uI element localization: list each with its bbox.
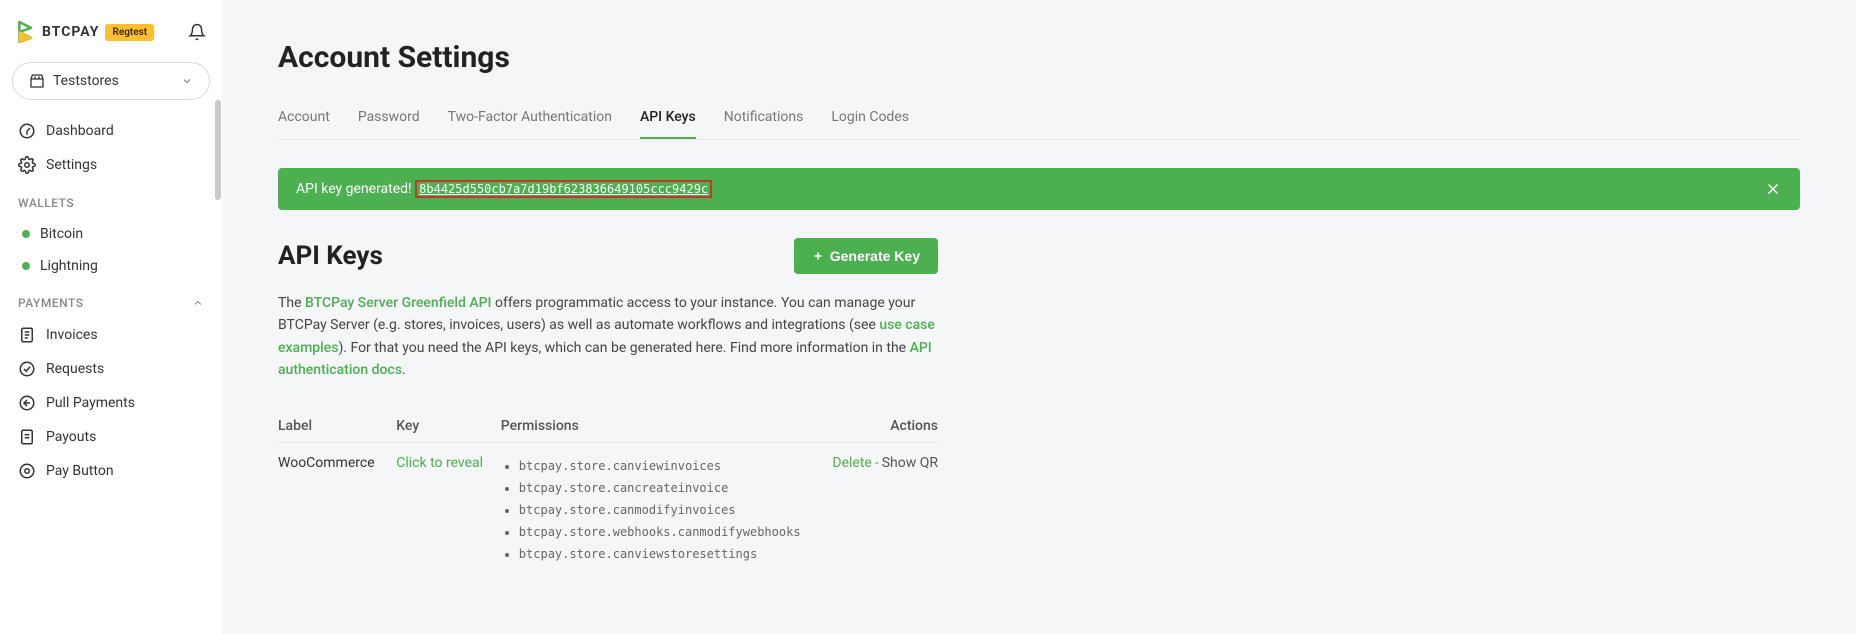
wallet-bitcoin[interactable]: Bitcoin <box>12 218 210 250</box>
cell-label: WooCommerce <box>278 442 396 577</box>
nav-pay-button[interactable]: Pay Button <box>12 454 210 488</box>
tab-password[interactable]: Password <box>358 103 420 139</box>
nav-requests-label: Requests <box>46 361 104 377</box>
nav-invoices[interactable]: Invoices <box>12 318 210 352</box>
nav-pull-label: Pull Payments <box>46 395 135 411</box>
tabs: Account Password Two-Factor Authenticati… <box>278 103 1800 140</box>
app-root: BTCPAY Regtest Teststores Dashboard Sett… <box>0 0 1856 634</box>
sidebar-header: BTCPAY Regtest <box>12 12 210 58</box>
btcpay-logo-icon <box>16 20 36 44</box>
th-key: Key <box>396 410 501 443</box>
generate-key-label: Generate Key <box>830 248 920 264</box>
reveal-key-link[interactable]: Click to reveal <box>396 455 483 471</box>
tab-api-keys[interactable]: API Keys <box>640 103 696 139</box>
nav-dashboard[interactable]: Dashboard <box>12 114 210 148</box>
alert-api-key[interactable]: 8b4425d550cb7a7d19bf623836649105ccc9429c <box>415 180 712 198</box>
desc-pre: The <box>278 295 305 311</box>
show-qr-link[interactable]: Show QR <box>882 455 938 471</box>
desc-end: . <box>402 362 406 378</box>
tab-notifications[interactable]: Notifications <box>724 103 804 139</box>
nav-settings-label: Settings <box>46 157 97 173</box>
permission-item: btcpay.store.webhooks.canmodifywebhooks <box>519 521 801 543</box>
table-row: WooCommerce Click to reveal btcpay.store… <box>278 442 938 577</box>
nav-payouts-label: Payouts <box>46 429 96 445</box>
plus-icon <box>812 250 824 262</box>
nav-settings[interactable]: Settings <box>12 148 210 182</box>
delete-link[interactable]: Delete <box>832 455 871 471</box>
store-selector-left: Teststores <box>29 73 119 89</box>
nav-pay-button-label: Pay Button <box>46 463 114 479</box>
store-selector[interactable]: Teststores <box>12 62 210 100</box>
nav-dashboard-label: Dashboard <box>46 123 114 139</box>
generate-key-button[interactable]: Generate Key <box>794 238 938 274</box>
section-payments-label: PAYMENTS <box>18 296 83 310</box>
regtest-badge: Regtest <box>105 24 154 41</box>
section-wallets-label: WALLETS <box>18 196 74 210</box>
api-keys-header-row: API Keys Generate Key <box>278 238 938 274</box>
logo[interactable]: BTCPAY Regtest <box>16 20 154 44</box>
nav-payouts[interactable]: Payouts <box>12 420 210 454</box>
link-greenfield-api[interactable]: BTCPay Server Greenfield API <box>305 295 492 311</box>
api-keys-description: The BTCPay Server Greenfield API offers … <box>278 292 938 382</box>
chevron-down-icon <box>181 75 193 87</box>
tab-login-codes[interactable]: Login Codes <box>831 103 909 139</box>
nav-requests[interactable]: Requests <box>12 352 210 386</box>
api-keys-title: API Keys <box>278 241 383 271</box>
scrollbar-thumb[interactable] <box>215 100 221 200</box>
permission-item: btcpay.store.cancreateinvoice <box>519 477 801 499</box>
wallet-bitcoin-label: Bitcoin <box>40 226 83 242</box>
th-actions: Actions <box>801 410 938 443</box>
store-icon <box>29 73 45 89</box>
status-dot-icon <box>22 230 30 238</box>
wallet-lightning-label: Lightning <box>40 258 98 274</box>
payouts-icon <box>18 428 36 446</box>
close-icon[interactable] <box>1764 180 1782 198</box>
section-payments[interactable]: PAYMENTS <box>12 282 210 318</box>
alert-text: API key generated! 8b4425d550cb7a7d19bf6… <box>296 181 712 197</box>
scrollbar-track <box>214 100 222 634</box>
tab-two-factor[interactable]: Two-Factor Authentication <box>448 103 612 139</box>
status-dot-icon <box>22 262 30 270</box>
separator: - <box>875 455 879 471</box>
permission-item: btcpay.store.canviewinvoices <box>519 455 801 477</box>
requests-icon <box>18 360 36 378</box>
section-wallets: WALLETS <box>12 182 210 218</box>
tab-account[interactable]: Account <box>278 103 330 139</box>
permissions-list: btcpay.store.canviewinvoices btcpay.stor… <box>501 455 801 565</box>
page-title: Account Settings <box>278 40 1800 75</box>
desc-mid2: ). For that you need the API keys, which… <box>338 340 909 356</box>
dashboard-icon <box>18 122 36 140</box>
wallet-lightning[interactable]: Lightning <box>12 250 210 282</box>
nav-pull-payments[interactable]: Pull Payments <box>12 386 210 420</box>
alert-prefix: API key generated! <box>296 181 415 197</box>
invoice-icon <box>18 326 36 344</box>
th-permissions: Permissions <box>501 410 801 443</box>
th-label: Label <box>278 410 396 443</box>
nav-invoices-label: Invoices <box>46 327 98 343</box>
permission-item: btcpay.store.canviewstoresettings <box>519 543 801 565</box>
sidebar: BTCPAY Regtest Teststores Dashboard Sett… <box>0 0 222 634</box>
logo-text: BTCPAY <box>42 24 99 40</box>
main-content: Account Settings Account Password Two-Fa… <box>222 0 1856 634</box>
pay-button-icon <box>18 462 36 480</box>
chevron-up-icon <box>192 297 204 309</box>
permission-item: btcpay.store.canmodifyinvoices <box>519 499 801 521</box>
gear-icon <box>18 156 36 174</box>
api-keys-table: Label Key Permissions Actions WooCommerc… <box>278 410 938 577</box>
store-name: Teststores <box>53 73 119 89</box>
pull-icon <box>18 394 36 412</box>
alert-success: API key generated! 8b4425d550cb7a7d19bf6… <box>278 168 1800 210</box>
notification-bell-icon[interactable] <box>188 23 206 41</box>
